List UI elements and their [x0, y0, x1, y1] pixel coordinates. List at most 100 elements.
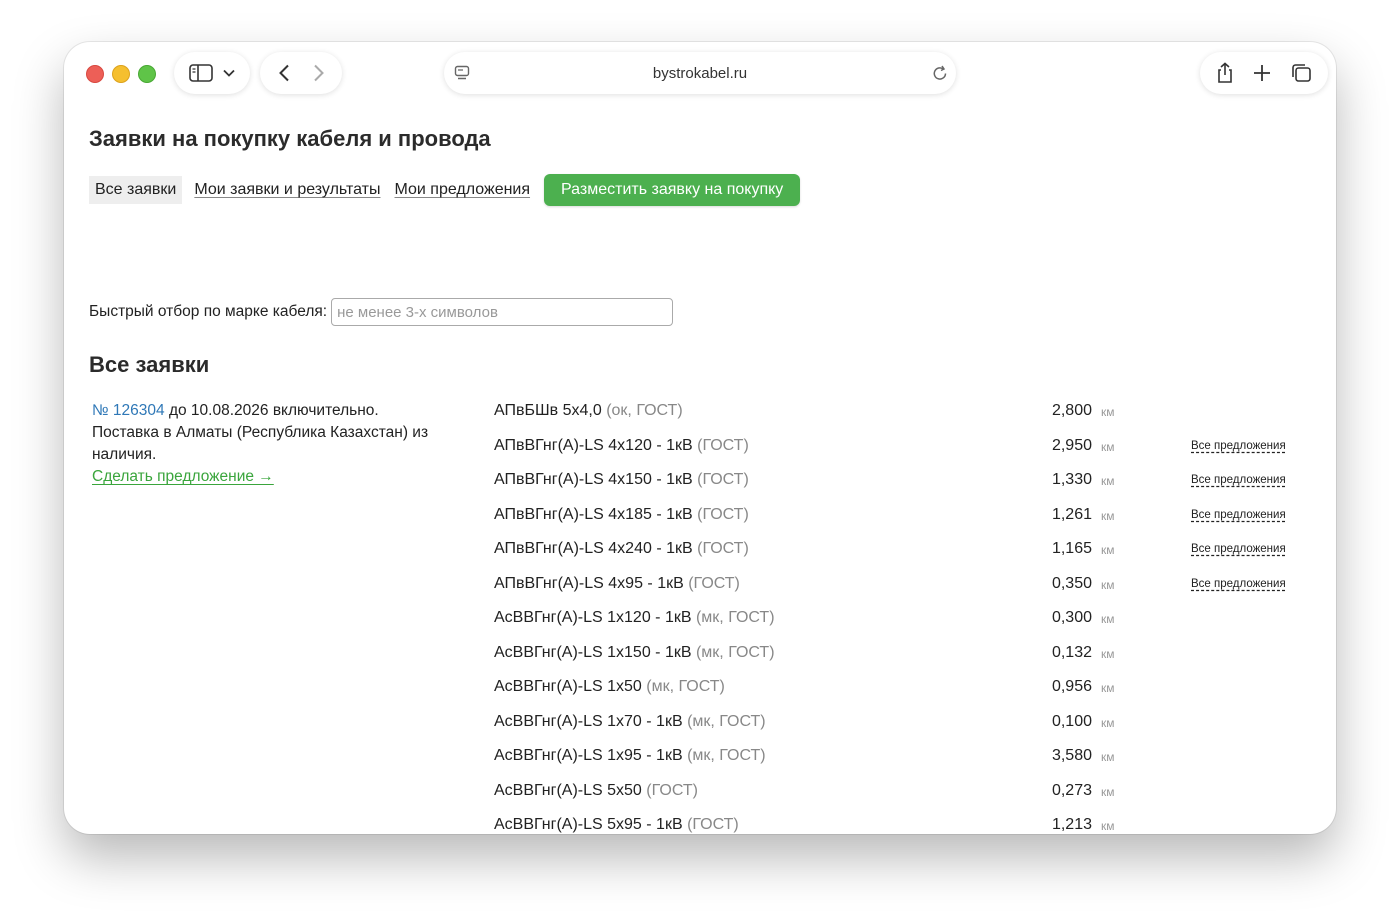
- reload-icon[interactable]: [932, 64, 948, 82]
- cable-brand-filter-input[interactable]: [331, 298, 674, 326]
- item-unit: км: [1101, 543, 1115, 557]
- item-name: АПвБШв 5х4,0 (ок, ГОСТ): [494, 402, 683, 419]
- order-delivery: Поставка в Алматы (Республика Казахстан)…: [92, 424, 429, 463]
- tab-my-orders[interactable]: Мои заявки и результаты: [192, 176, 382, 204]
- all-offers-link[interactable]: Все предложения: [1191, 474, 1286, 486]
- item-unit: км: [1101, 577, 1115, 592]
- browser-toolbar: bystrokabel.ru: [64, 42, 1336, 104]
- item-unit: км: [1101, 715, 1115, 730]
- item-quantity: 0,273: [1051, 781, 1092, 799]
- browser-window: bystrokabel.ru Заявки на покупку кабеля …: [64, 42, 1336, 834]
- item-quantity: 1,330: [1051, 471, 1092, 488]
- chevron-down-icon[interactable]: [223, 69, 235, 77]
- item-unit: км: [1101, 681, 1115, 695]
- item-name: АсВВГнг(А)-LS 5х95 - 1кВ (ГОСТ): [494, 816, 739, 833]
- all-offers-link[interactable]: Все предложения: [1191, 543, 1286, 555]
- share-icon[interactable]: [1216, 62, 1234, 84]
- list-item: АПвВГнг(А)-LS 4х185 - 1кВ (ГОСТ) 1,261 км В…: [494, 502, 1294, 537]
- item-name: АПвВГнг(А)-LS 4х150 - 1кВ (ГОСТ): [494, 471, 749, 488]
- item-name: АПвВГнг(А)-LS 4х95 - 1кВ (ГОСТ): [494, 574, 740, 592]
- order-deadline: до 10.08.2026 включительно.: [164, 402, 379, 419]
- forward-arrow-icon[interactable]: [313, 64, 325, 82]
- all-offers-link[interactable]: Все предложения: [1191, 509, 1286, 521]
- item-note: (ГОСТ): [697, 436, 749, 454]
- item-quantity: 1,213: [1051, 816, 1092, 833]
- item-unit: км: [1101, 405, 1115, 419]
- item-note: (ГОСТ): [646, 781, 698, 799]
- tabs-bar: Все заявки Мои заявки и результаты Мои п…: [89, 174, 801, 206]
- back-arrow-icon[interactable]: [278, 64, 290, 82]
- item-quantity: 2,950: [1051, 436, 1092, 454]
- item-unit: км: [1101, 612, 1115, 626]
- item-unit: км: [1101, 750, 1115, 764]
- item-name: АсВВГнг(А)-LS 1х120 - 1кВ (мк, ГОСТ): [494, 609, 775, 626]
- address-bar[interactable]: bystrokabel.ru: [444, 52, 956, 94]
- list-item: АсВВГнг(А)-LS 5х95 - 1кВ (ГОСТ) 1,213 км: [494, 812, 1294, 834]
- item-note: (мк, ГОСТ): [695, 609, 775, 626]
- item-unit: км: [1101, 439, 1115, 454]
- item-name: АсВВГнг(А)-LS 1х95 - 1кВ (мк, ГОСТ): [494, 747, 766, 764]
- all-offers-link[interactable]: Все предложения: [1191, 440, 1286, 452]
- quick-filter: Быстрый отбор по марке кабеля:: [89, 298, 674, 326]
- item-quantity: 0,956: [1051, 678, 1092, 695]
- zoom-window-button[interactable]: [138, 65, 156, 83]
- item-unit: км: [1101, 819, 1115, 833]
- tab-my-offers[interactable]: Мои предложения: [393, 176, 533, 204]
- item-note: (мк, ГОСТ): [687, 747, 766, 764]
- place-order-button[interactable]: Разместить заявку на покупку: [544, 174, 801, 206]
- sidebar-icon[interactable]: [189, 64, 213, 82]
- new-tab-plus-icon[interactable]: [1253, 64, 1271, 82]
- item-name: АсВВГнг(А)-LS 1х150 - 1кВ (мк, ГОСТ): [494, 643, 775, 661]
- item-note: (мк, ГОСТ): [687, 712, 766, 730]
- item-note: (ГОСТ): [687, 816, 739, 833]
- item-quantity: 3,580: [1051, 747, 1092, 764]
- list-item: АсВВГнг(А)-LS 1х95 - 1кВ (мк, ГОСТ) 3,580…: [494, 743, 1294, 778]
- item-note: (мк, ГОСТ): [646, 678, 725, 695]
- list-item: АсВВГнг(А)-LS 1х150 - 1кВ (мк, ГОСТ) 0,13…: [494, 640, 1294, 675]
- list-item: АсВВГнг(А)-LS 1х120 - 1кВ (мк, ГОСТ) 0,30…: [494, 605, 1294, 640]
- item-quantity: 1,165: [1051, 540, 1092, 557]
- item-note: (ок, ГОСТ): [606, 402, 683, 419]
- close-window-button[interactable]: [86, 65, 104, 83]
- filter-label: Быстрый отбор по марке кабеля:: [89, 303, 328, 320]
- tab-all-orders[interactable]: Все заявки: [89, 176, 183, 204]
- item-note: (ГОСТ): [697, 505, 749, 523]
- item-unit: км: [1101, 474, 1115, 488]
- item-note: (ГОСТ): [688, 574, 740, 592]
- item-note: (мк, ГОСТ): [695, 643, 775, 661]
- list-item: АсВВГнг(А)-LS 5х50 (ГОСТ) 0,273 км: [494, 778, 1294, 813]
- list-item: АсВВГнг(А)-LS 1х70 - 1кВ (мк, ГОСТ) 0,100…: [494, 709, 1294, 744]
- item-name: АПвВГнг(А)-LS 4х120 - 1кВ (ГОСТ): [494, 436, 749, 454]
- tabs-overview-icon[interactable]: [1290, 63, 1312, 83]
- item-quantity: 0,100: [1051, 712, 1092, 730]
- list-item: АПвВГнг(А)-LS 4х95 - 1кВ (ГОСТ) 0,350 км Вс…: [494, 571, 1294, 606]
- item-unit: км: [1101, 784, 1115, 799]
- order-number-link[interactable]: № 126304: [92, 402, 165, 419]
- navigation-group: [260, 52, 342, 94]
- list-item: АПвБШв 5х4,0 (ок, ГОСТ) 2,800 км: [494, 398, 1294, 433]
- item-name: АсВВГнг(А)-LS 1х70 - 1кВ (мк, ГОСТ): [494, 712, 766, 730]
- order-info: № 126304 до 10.08.2026 включительно. Пос…: [92, 400, 462, 488]
- item-unit: км: [1101, 508, 1115, 523]
- item-quantity: 0,132: [1051, 643, 1092, 661]
- item-name: АсВВГнг(А)-LS 5х50 (ГОСТ): [494, 781, 698, 799]
- item-name: АсВВГнг(А)-LS 1х50 (мк, ГОСТ): [494, 678, 725, 695]
- list-item: АПвВГнг(А)-LS 4х150 - 1кВ (ГОСТ) 1,330 км В…: [494, 467, 1294, 502]
- item-quantity: 0,350: [1051, 574, 1092, 592]
- list-item: АсВВГнг(А)-LS 1х50 (мк, ГОСТ) 0,956 км: [494, 674, 1294, 709]
- item-quantity: 1,261: [1051, 505, 1092, 523]
- list-item: АПвВГнг(А)-LS 4х120 - 1кВ (ГОСТ) 2,950 км В…: [494, 433, 1294, 468]
- list-item: АПвВГнг(А)-LS 4х240 - 1кВ (ГОСТ) 1,165 км В…: [494, 536, 1294, 571]
- item-quantity: 2,800: [1051, 402, 1092, 419]
- item-unit: км: [1101, 646, 1115, 661]
- all-offers-link[interactable]: Все предложения: [1191, 578, 1286, 590]
- page-title: Заявки на покупку кабеля и провода: [89, 126, 491, 151]
- item-note: (ГОСТ): [697, 540, 749, 557]
- site-settings-icon[interactable]: [454, 65, 470, 81]
- make-offer-link[interactable]: Сделать предложение →: [92, 468, 274, 485]
- item-name: АПвВГнг(А)-LS 4х240 - 1кВ (ГОСТ): [494, 540, 749, 557]
- item-name: АПвВГнг(А)-LS 4х185 - 1кВ (ГОСТ): [494, 505, 749, 523]
- minimize-window-button[interactable]: [112, 65, 130, 83]
- item-note: (ГОСТ): [697, 471, 749, 488]
- url-text: bystrokabel.ru: [652, 64, 748, 82]
